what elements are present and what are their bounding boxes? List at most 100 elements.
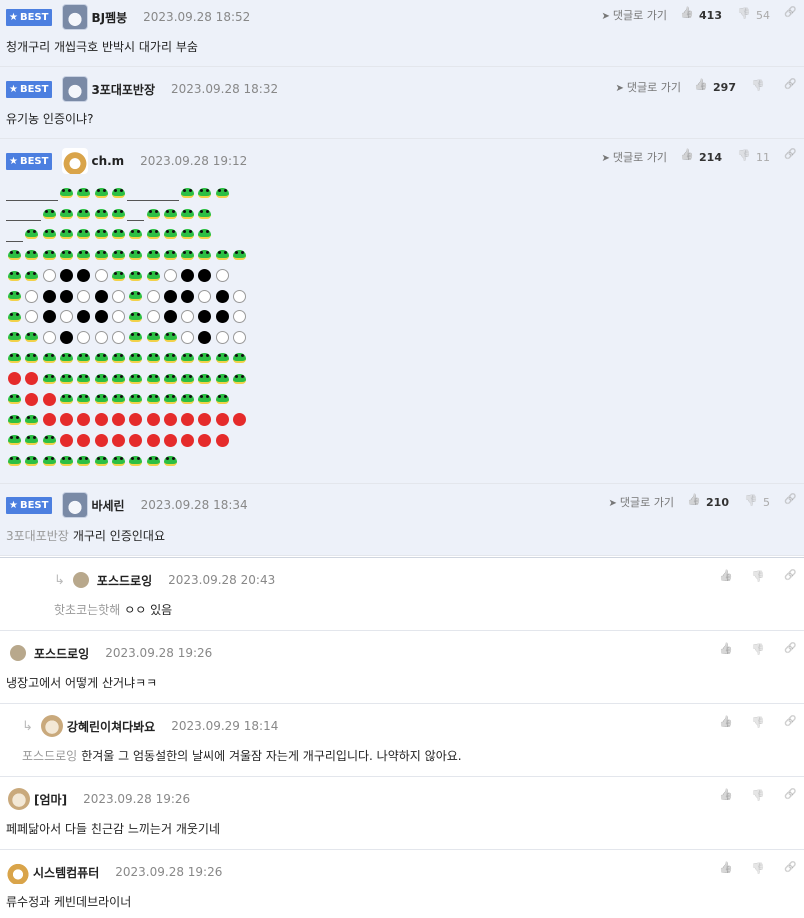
frog-emoji — [179, 207, 196, 221]
frog-emoji — [110, 248, 127, 262]
fox-avatar[interactable] — [6, 860, 30, 884]
frog-emoji — [92, 186, 109, 200]
frog-emoji — [58, 186, 75, 200]
comment-text: 포스드로잉 한겨울 그 엄동설한의 날씨에 겨울잠 자는게 개구리입니다. 나약하… — [22, 749, 462, 763]
puppy-avatar[interactable] — [8, 788, 30, 810]
link-icon[interactable] — [784, 151, 796, 163]
frog-emoji — [75, 351, 92, 365]
thumb-down-icon[interactable] — [738, 9, 750, 21]
comment-author[interactable]: 강혜린이쳐다봐요 — [67, 718, 155, 735]
emoji-art-row — [6, 348, 248, 369]
black-circle — [179, 289, 196, 303]
white-circle — [75, 289, 92, 303]
comment-author[interactable]: 포스드로잉 — [34, 645, 89, 662]
white-circle — [162, 269, 179, 283]
mention-link[interactable]: 포스드로잉 — [22, 749, 77, 763]
thumb-down-icon[interactable] — [752, 81, 764, 93]
thumb-up-icon[interactable] — [681, 9, 693, 21]
goto-comment-link[interactable]: ➤ 댓글로 가기 — [616, 79, 682, 95]
thumb-up-icon[interactable] — [720, 645, 732, 657]
white-circle — [231, 289, 248, 303]
frog-emoji — [196, 227, 213, 241]
comment-text: 3포대포반장 개구리 인증인대요 — [6, 529, 165, 543]
dot-avatar[interactable] — [10, 645, 26, 661]
black-circle — [162, 289, 179, 303]
comment-author[interactable]: 시스템컴퓨터 — [33, 864, 99, 881]
link-icon[interactable] — [784, 572, 796, 584]
underscore — [144, 199, 162, 201]
frog-emoji — [144, 392, 161, 406]
frog-emoji — [6, 248, 23, 262]
best-badge: ★ BEST — [6, 80, 53, 98]
emoji-art-row — [6, 389, 248, 410]
comment-author[interactable]: ch.m — [91, 154, 124, 168]
red-circle — [41, 392, 58, 406]
black-circle — [58, 289, 75, 303]
wolf-avatar[interactable] — [62, 492, 89, 518]
link-icon[interactable] — [784, 9, 796, 21]
thumb-down-icon[interactable] — [752, 864, 764, 876]
thumb-up-icon[interactable] — [688, 496, 700, 508]
frog-emoji — [127, 248, 144, 262]
goto-comment-link[interactable]: ➤ 댓글로 가기 — [609, 494, 675, 510]
link-icon[interactable] — [784, 645, 796, 657]
comment-author[interactable]: 3포대포반장 — [91, 81, 155, 98]
red-circle — [162, 433, 179, 447]
white-circle — [92, 330, 109, 344]
thumb-up-icon[interactable] — [720, 718, 732, 730]
frog-emoji — [75, 186, 92, 200]
comment-author[interactable]: 포스드로잉 — [97, 572, 152, 589]
red-circle — [110, 413, 127, 427]
thumb-down-icon[interactable] — [752, 791, 764, 803]
thumb-down-icon[interactable] — [752, 645, 764, 657]
comment-author[interactable]: [엄마] — [34, 791, 67, 808]
red-circle — [144, 433, 161, 447]
fox-avatar[interactable] — [62, 148, 89, 174]
frog-emoji — [127, 372, 144, 386]
wolf-avatar[interactable] — [62, 76, 89, 102]
white-circle — [41, 330, 58, 344]
thumb-down-icon[interactable] — [745, 496, 757, 508]
comment-author[interactable]: BJ펨붕 — [91, 9, 127, 26]
comment-text: 청개구리 개씹극호 반박시 대가리 부숨 — [6, 40, 198, 54]
emoji-art-row — [6, 224, 248, 245]
link-icon[interactable] — [784, 864, 796, 876]
emoji-art-row — [6, 265, 248, 286]
frog-emoji — [6, 289, 23, 303]
red-circle — [162, 413, 179, 427]
thumb-up-icon[interactable] — [695, 81, 707, 93]
frog-emoji — [110, 227, 127, 241]
thumb-up-icon[interactable] — [720, 864, 732, 876]
red-circle — [179, 433, 196, 447]
goto-comment-link[interactable]: ➤ 댓글로 가기 — [602, 149, 668, 165]
white-circle — [110, 310, 127, 324]
link-icon[interactable] — [784, 718, 796, 730]
red-circle — [214, 433, 231, 447]
thumb-down-icon[interactable] — [738, 151, 750, 163]
comment-text: 유기농 인증이냐? — [6, 112, 94, 126]
link-icon[interactable] — [784, 496, 796, 508]
frog-emoji — [6, 269, 23, 283]
frog-emoji — [110, 392, 127, 406]
puppy-avatar[interactable] — [40, 715, 63, 737]
wolf-avatar[interactable] — [62, 4, 89, 30]
goto-comment-link[interactable]: ➤ 댓글로 가기 — [602, 7, 668, 23]
thumb-up-icon[interactable] — [720, 572, 732, 584]
thumb-down-icon[interactable] — [752, 572, 764, 584]
mention-link[interactable]: 핫초코는핫해 — [54, 603, 120, 617]
white-circle — [110, 289, 127, 303]
link-icon[interactable] — [784, 81, 796, 93]
frog-emoji — [127, 330, 144, 344]
comment-date: 2023.09.28 18:32 — [171, 82, 279, 96]
thumb-down-icon[interactable] — [752, 718, 764, 730]
thumb-up-icon[interactable] — [681, 151, 693, 163]
thumb-up-icon[interactable] — [720, 791, 732, 803]
frog-emoji — [179, 372, 196, 386]
mention-link[interactable]: 3포대포반장 — [6, 529, 69, 543]
link-icon[interactable] — [784, 791, 796, 803]
frog-emoji — [6, 392, 23, 406]
dot-avatar[interactable] — [72, 572, 89, 588]
white-circle — [75, 330, 92, 344]
black-circle — [92, 289, 109, 303]
comment-author[interactable]: 바세린 — [91, 497, 124, 514]
